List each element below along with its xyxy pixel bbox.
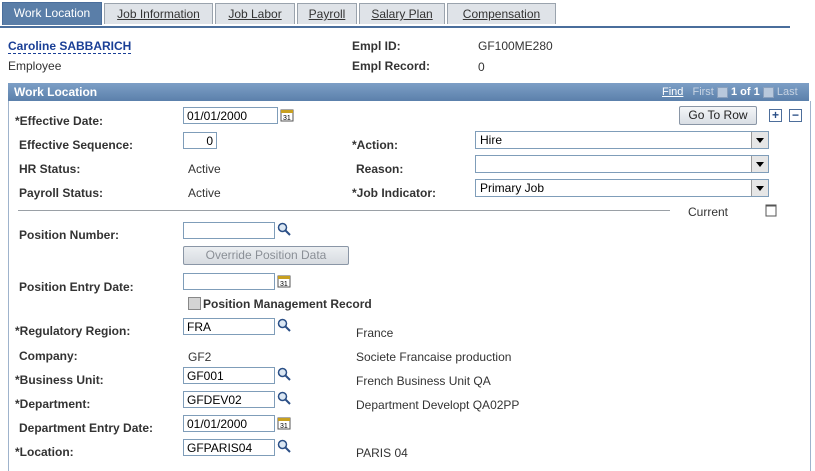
row-navigation: Find First 1 of 1 Last (662, 86, 798, 98)
tab-work-location[interactable]: Work Location (2, 2, 102, 25)
department-input[interactable] (183, 391, 275, 408)
effective-sequence-input[interactable] (183, 132, 217, 149)
last-link[interactable]: Last (777, 86, 798, 98)
reason-label: Reason: (356, 162, 404, 176)
empl-id-value: GF100ME280 (478, 39, 553, 53)
department-description: Department Developt QA02PP (356, 398, 520, 412)
position-entry-date-input[interactable] (183, 273, 275, 290)
previous-arrow-icon[interactable] (716, 86, 728, 98)
delete-row-icon[interactable]: − (789, 109, 802, 122)
business-unit-description: French Business Unit QA (356, 374, 491, 388)
group-title: Work Location (14, 85, 98, 99)
tab-payroll[interactable]: Payroll (297, 3, 357, 24)
location-label: *Location: (15, 445, 74, 459)
go-to-row-button[interactable]: Go To Row (679, 106, 757, 125)
action-select-value: Hire (480, 133, 503, 147)
tab-label: Salary Plan (371, 7, 433, 21)
job-indicator-select-value: Primary Job (480, 181, 545, 195)
job-indicator-label: *Job Indicator: (352, 186, 437, 200)
department-entry-date-input[interactable] (183, 415, 275, 432)
notepad-icon[interactable] (764, 203, 778, 217)
position-number-label: Position Number: (19, 228, 120, 242)
tab-label: Payroll (308, 7, 346, 21)
company-description: Societe Francaise production (356, 350, 512, 364)
tab-label: Job Information (117, 7, 200, 21)
location-description: PARIS 04 (356, 446, 408, 460)
position-management-checkbox[interactable] (188, 297, 201, 310)
tab-salary-plan[interactable]: Salary Plan (359, 3, 445, 24)
tab-job-information[interactable]: Job Information (104, 3, 213, 24)
chevron-down-icon[interactable] (751, 156, 768, 172)
regulatory-region-description: France (356, 326, 394, 340)
position-entry-date-label: Position Entry Date: (19, 280, 134, 294)
current-label: Current (688, 205, 729, 219)
svg-text:31: 31 (280, 281, 288, 288)
reason-select[interactable] (475, 155, 769, 173)
search-icon[interactable] (277, 318, 291, 332)
position-number-input[interactable] (183, 222, 275, 239)
find-link[interactable]: Find (662, 86, 683, 98)
tab-compensation[interactable]: Compensation (447, 3, 556, 24)
search-icon[interactable] (277, 367, 291, 381)
tab-job-labor[interactable]: Job Labor (215, 3, 295, 24)
empl-record-value: 0 (478, 60, 485, 74)
payroll-status-value: Active (188, 186, 221, 200)
section-divider (18, 210, 670, 211)
svg-text:31: 31 (280, 423, 288, 430)
effective-date-input[interactable] (183, 107, 278, 124)
search-icon[interactable] (277, 222, 291, 236)
override-position-data-button[interactable]: Override Position Data (183, 246, 349, 265)
effective-sequence-label: Effective Sequence: (19, 138, 134, 152)
location-input[interactable] (183, 439, 275, 456)
row-count: 1 of 1 (730, 86, 760, 98)
regulatory-region-input[interactable] (183, 318, 275, 335)
tab-label: Work Location (13, 6, 91, 20)
search-icon[interactable] (277, 439, 291, 453)
empl-record-label: Empl Record: (352, 59, 431, 73)
tab-bar: Work Location Job Information Job Labor … (0, 0, 790, 28)
next-arrow-icon[interactable] (762, 86, 774, 98)
job-indicator-select[interactable]: Primary Job (475, 179, 769, 197)
add-row-icon[interactable]: + (769, 109, 782, 122)
chevron-down-icon[interactable] (751, 180, 768, 196)
effective-date-label: *Effective Date: (15, 114, 104, 128)
employee-role: Employee (8, 59, 62, 73)
empl-id-label: Empl ID: (352, 39, 401, 53)
search-icon[interactable] (277, 391, 291, 405)
first-link[interactable]: First (692, 86, 713, 98)
tab-label: Job Labor (228, 7, 282, 21)
company-label: Company: (19, 349, 78, 363)
action-label: *Action: (352, 138, 398, 152)
tab-label: Compensation (462, 7, 541, 21)
work-location-group-header: Work Location Find First 1 of 1 Last (8, 83, 809, 101)
calendar-icon[interactable]: 31 (280, 108, 294, 122)
action-select[interactable]: Hire (475, 131, 769, 149)
regulatory-region-label: *Regulatory Region: (15, 324, 131, 338)
hr-status-label: HR Status: (19, 162, 81, 176)
calendar-icon[interactable]: 31 (277, 416, 291, 430)
hr-status-value: Active (188, 162, 221, 176)
department-entry-date-label: Department Entry Date: (19, 421, 154, 435)
business-unit-label: *Business Unit: (15, 373, 104, 387)
payroll-status-label: Payroll Status: (19, 186, 104, 200)
calendar-icon[interactable]: 31 (277, 274, 291, 288)
department-label: *Department: (15, 397, 91, 411)
company-value: GF2 (188, 350, 212, 364)
chevron-down-icon[interactable] (751, 132, 768, 148)
employee-name-link[interactable]: Caroline SABBARICH (8, 39, 132, 54)
svg-text:31: 31 (283, 115, 291, 122)
business-unit-input[interactable] (183, 367, 275, 384)
position-management-label: Position Management Record (203, 297, 372, 311)
